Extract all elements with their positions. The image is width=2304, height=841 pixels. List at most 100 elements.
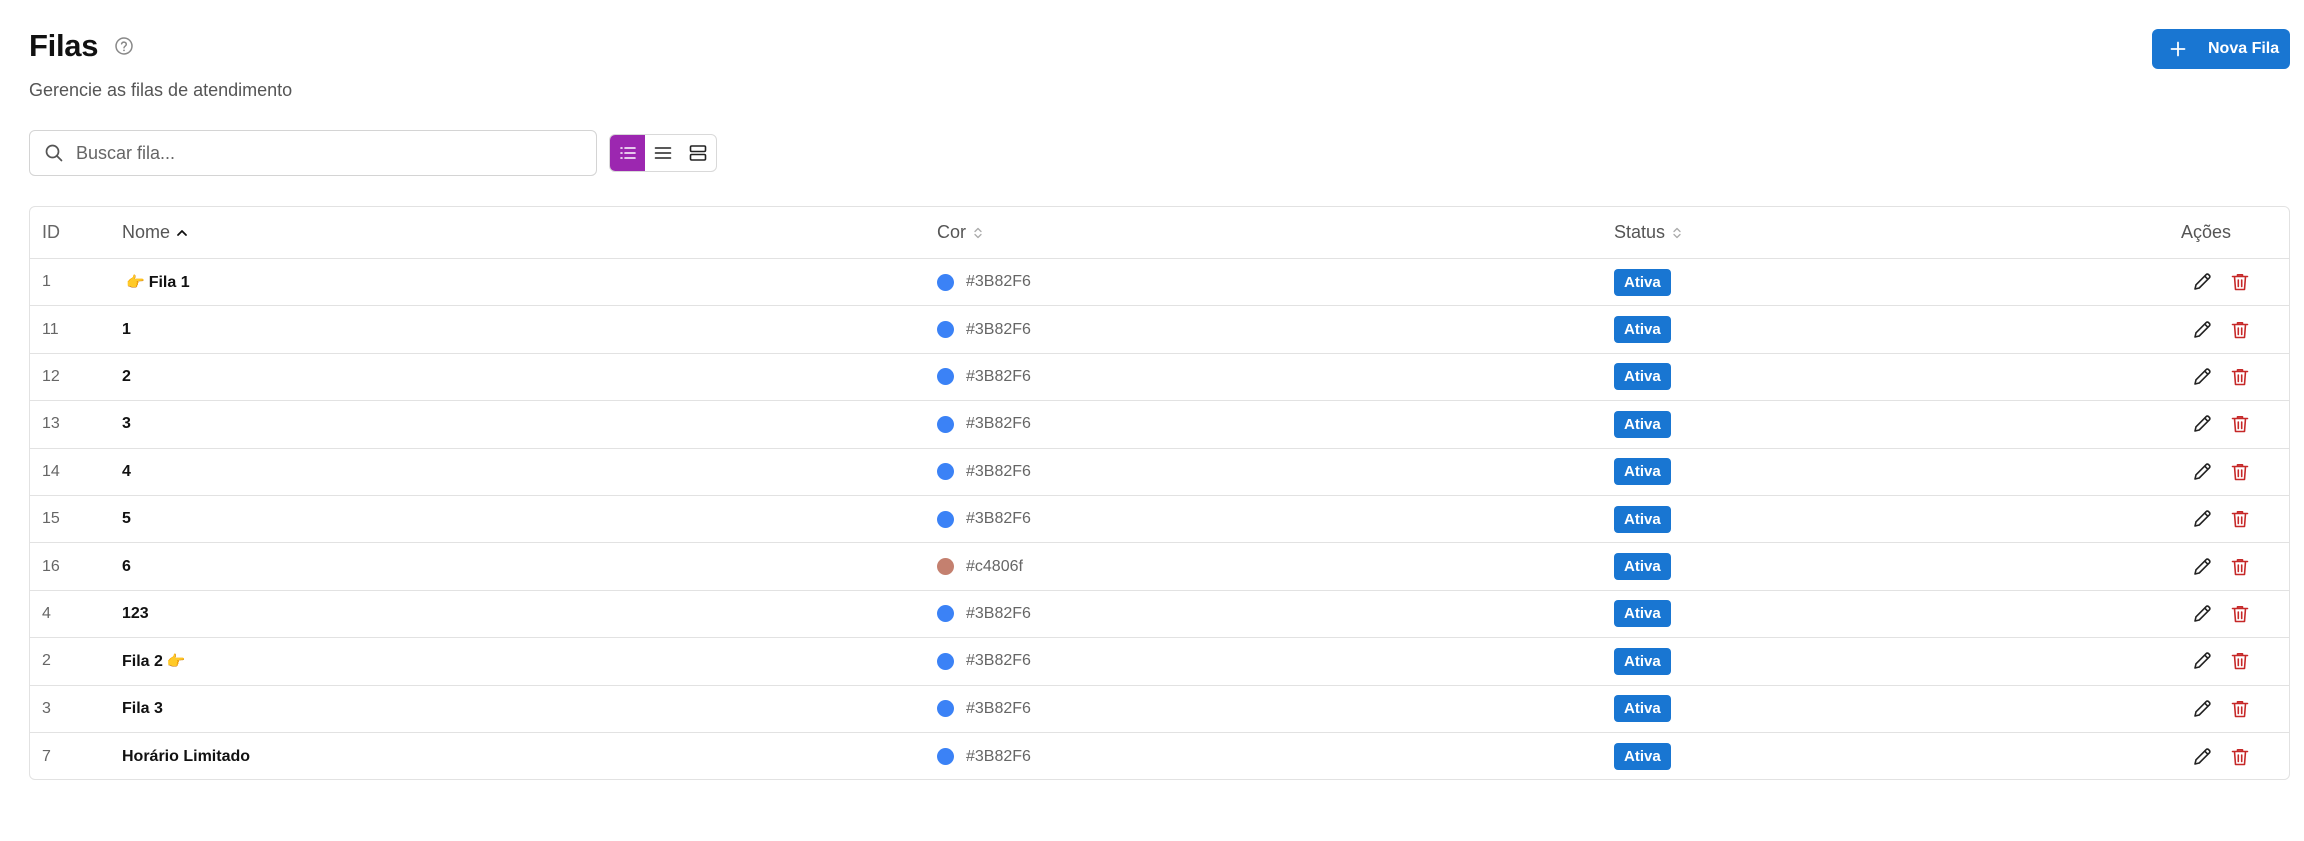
new-queue-button[interactable]: Nova Fila: [2152, 29, 2290, 69]
cell-id: 7: [42, 747, 51, 765]
edit-pencil-icon[interactable]: [2191, 413, 2213, 435]
cell-status: Ativa: [1614, 553, 2174, 581]
color-hex: #3B82F6: [966, 367, 1031, 385]
column-header-id[interactable]: ID: [30, 222, 122, 243]
table-row[interactable]: 11 1 #3B82F6 Ativa: [30, 306, 2289, 354]
queue-name-text: Horário Limitado: [122, 747, 251, 765]
queue-name-text: 5: [122, 510, 131, 528]
table-row[interactable]: 15 5 #3B82F6 Ativa: [30, 496, 2289, 544]
status-badge: Ativa: [1614, 268, 1671, 296]
table-header: ID Nome Cor Status Ações: [30, 207, 2289, 259]
cell-color: #3B82F6: [937, 368, 1614, 386]
edit-pencil-icon[interactable]: [2191, 461, 2213, 483]
cell-id: 12: [42, 367, 60, 385]
cell-id: 4: [42, 604, 51, 622]
cell-actions: [2174, 366, 2289, 388]
sort-unsorted-icon: [972, 226, 984, 240]
cell-name: 2: [122, 368, 937, 386]
trash-icon[interactable]: [2229, 271, 2251, 293]
color-swatch: [937, 652, 954, 670]
trash-icon[interactable]: [2229, 603, 2251, 625]
cell-status: Ativa: [1614, 743, 2174, 771]
status-badge: Ativa: [1614, 553, 1671, 581]
cell-name: 5: [122, 510, 937, 528]
cell-actions: [2174, 698, 2289, 720]
edit-pencil-icon[interactable]: [2191, 603, 2213, 625]
edit-pencil-icon[interactable]: [2191, 698, 2213, 720]
color-hex: #3B82F6: [966, 415, 1031, 433]
view-cards-button[interactable]: [680, 135, 715, 171]
cell-name: 4: [122, 463, 937, 481]
table-row[interactable]: 4 123 #3B82F6 Ativa: [30, 591, 2289, 639]
color-hex: #3B82F6: [966, 510, 1031, 528]
color-hex: #3B82F6: [966, 747, 1031, 765]
trash-icon[interactable]: [2229, 698, 2251, 720]
cell-status: Ativa: [1614, 363, 2174, 391]
cell-actions: [2174, 508, 2289, 530]
edit-pencil-icon[interactable]: [2191, 650, 2213, 672]
cell-color: #3B82F6: [937, 510, 1614, 528]
color-swatch: [937, 273, 954, 291]
table-row[interactable]: 16 6 #c4806f Ativa: [30, 543, 2289, 591]
edit-pencil-icon[interactable]: [2191, 271, 2213, 293]
cell-status: Ativa: [1614, 600, 2174, 628]
status-badge: Ativa: [1614, 410, 1671, 438]
cell-color: #3B82F6: [937, 748, 1614, 766]
table-row[interactable]: 3 Fila 3 #3B82F6 Ativa: [30, 686, 2289, 733]
trash-icon[interactable]: [2229, 650, 2251, 672]
queue-name-text: 1: [122, 320, 131, 338]
edit-pencil-icon[interactable]: [2191, 508, 2213, 530]
column-header-name[interactable]: Nome: [122, 222, 937, 243]
cards-view-icon: [689, 145, 706, 161]
cell-color: #3B82F6: [937, 463, 1614, 481]
pointing-hand-emoji: 👉: [126, 273, 145, 291]
page-subtitle: Gerencie as filas de atendimento: [29, 80, 293, 100]
queue-name-text: Fila 1: [148, 273, 190, 291]
queues-table: ID Nome Cor Status Ações 1 👉 Fila 1 #3B8…: [29, 206, 2290, 780]
cell-status: Ativa: [1614, 458, 2174, 486]
cell-color: #3B82F6: [937, 605, 1614, 623]
title-row: Filas: [29, 28, 292, 64]
edit-pencil-icon[interactable]: [2191, 556, 2213, 578]
edit-pencil-icon[interactable]: [2191, 366, 2213, 388]
trash-icon[interactable]: [2229, 319, 2251, 341]
edit-pencil-icon[interactable]: [2191, 319, 2213, 341]
table-row[interactable]: 12 2 #3B82F6 Ativa: [30, 354, 2289, 402]
cell-color: #c4806f: [937, 558, 1614, 576]
cell-name: Horário Limitado: [122, 748, 937, 766]
table-row[interactable]: 14 4 #3B82F6 Ativa: [30, 449, 2289, 496]
color-swatch: [937, 510, 954, 528]
table-row[interactable]: 2 Fila 2 👉 #3B82F6 Ativa: [30, 638, 2289, 686]
queue-name-text: 123: [122, 604, 149, 622]
table-row[interactable]: 13 3 #3B82F6 Ativa: [30, 401, 2289, 449]
list-compact-icon: [654, 147, 671, 159]
table-row[interactable]: 7 Horário Limitado #3B82F6 Ativa: [30, 733, 2289, 780]
help-circle-icon[interactable]: [114, 36, 134, 56]
cell-actions: [2174, 461, 2289, 483]
status-badge: Ativa: [1614, 458, 1671, 486]
color-swatch: [937, 463, 954, 481]
edit-pencil-icon[interactable]: [2191, 746, 2213, 768]
trash-icon[interactable]: [2229, 556, 2251, 578]
cell-status: Ativa: [1614, 316, 2174, 344]
trash-icon[interactable]: [2229, 461, 2251, 483]
status-badge: Ativa: [1614, 363, 1671, 391]
column-header-status[interactable]: Status: [1614, 222, 2174, 243]
status-badge: Ativa: [1614, 743, 1671, 771]
table-row[interactable]: 1 👉 Fila 1 #3B82F6 Ativa: [30, 259, 2289, 307]
cell-actions: [2174, 319, 2289, 341]
view-list-detailed-button[interactable]: [610, 135, 645, 171]
color-swatch: [937, 748, 954, 766]
trash-icon[interactable]: [2229, 413, 2251, 435]
trash-icon[interactable]: [2229, 508, 2251, 530]
trash-icon[interactable]: [2229, 366, 2251, 388]
view-list-compact-button[interactable]: [645, 135, 680, 171]
column-header-color[interactable]: Cor: [937, 222, 1614, 243]
search-box: [29, 130, 597, 176]
trash-icon[interactable]: [2229, 746, 2251, 768]
sort-unsorted-icon: [1671, 226, 1683, 240]
status-badge: Ativa: [1614, 695, 1671, 723]
queue-name-text: Fila 2: [122, 652, 163, 670]
color-hex: #3B82F6: [966, 699, 1031, 717]
search-input[interactable]: [76, 142, 576, 164]
